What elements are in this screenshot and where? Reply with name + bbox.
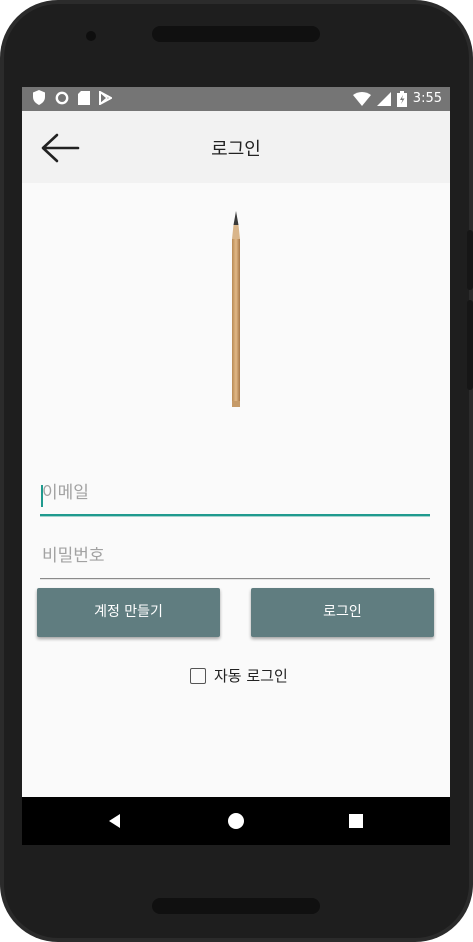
back-triangle-icon[interactable] <box>105 811 125 831</box>
app-screen: 3:55 로그인 이메일 계정 만들기 로그인 자동 로그인 <box>22 87 450 845</box>
password-field[interactable] <box>40 536 430 580</box>
battery-icon <box>396 91 407 107</box>
wifi-icon <box>352 92 371 106</box>
page-title: 로그인 <box>211 139 261 160</box>
power-button <box>467 300 473 390</box>
password-underline <box>40 578 430 580</box>
front-camera <box>86 31 96 41</box>
text-caret <box>41 485 43 507</box>
create-account-button[interactable]: 계정 만들기 <box>37 588 220 637</box>
login-button-label: 로그인 <box>323 604 362 620</box>
nav-bar <box>22 797 450 845</box>
shield-icon <box>33 90 45 105</box>
recents-square-icon[interactable] <box>346 811 366 831</box>
pencil-logo <box>232 211 240 407</box>
play-store-icon <box>99 90 112 105</box>
signal-icon <box>376 92 391 106</box>
phone-frame: 3:55 로그인 이메일 계정 만들기 로그인 자동 로그인 <box>0 0 473 942</box>
create-account-label: 계정 만들기 <box>94 604 163 620</box>
status-bar: 3:55 <box>22 87 450 111</box>
home-circle-icon[interactable] <box>226 811 246 831</box>
password-input[interactable] <box>40 536 430 576</box>
bottom-speaker <box>152 898 320 914</box>
email-input[interactable] <box>40 473 430 513</box>
sd-card-icon <box>78 90 90 105</box>
auto-login-label: 자동 로그인 <box>214 667 288 685</box>
auto-login-checkbox[interactable] <box>190 667 206 684</box>
app-bar: 로그인 <box>22 111 450 183</box>
auto-login-checkbox-row[interactable]: 자동 로그인 <box>190 665 288 686</box>
status-time: 3:55 <box>412 91 442 106</box>
login-button[interactable]: 로그인 <box>251 588 434 637</box>
email-underline <box>40 514 430 517</box>
circle-icon <box>55 91 69 104</box>
top-speaker <box>152 26 320 42</box>
email-field[interactable] <box>40 473 430 517</box>
volume-button <box>467 230 473 290</box>
